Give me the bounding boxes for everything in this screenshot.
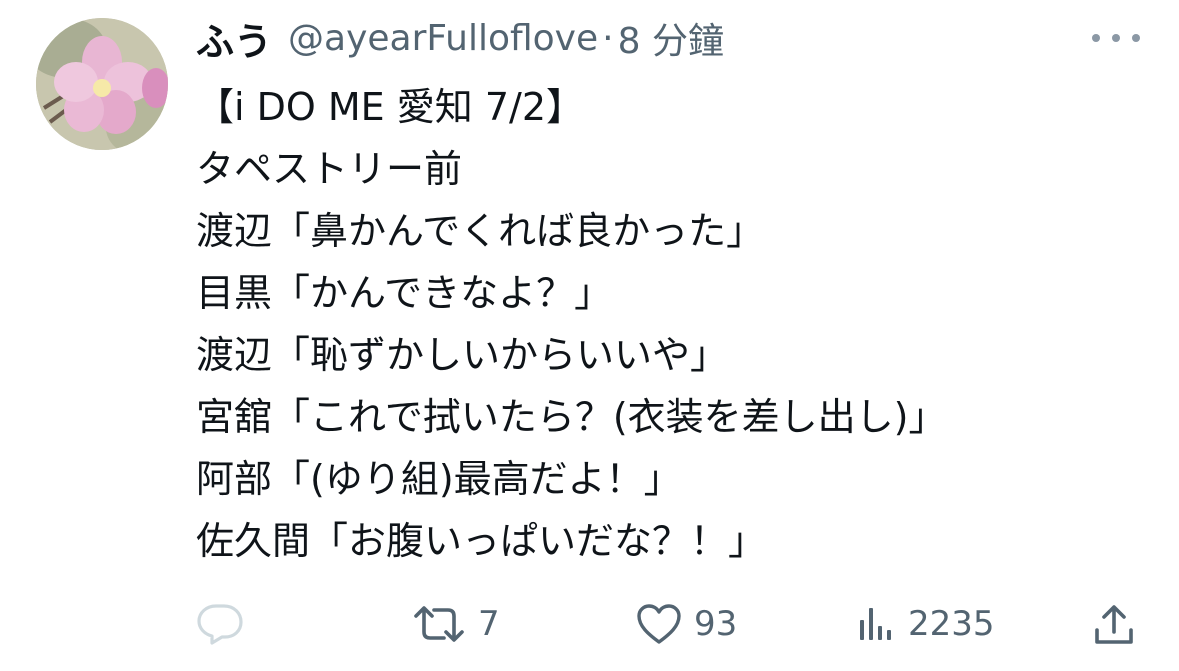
reply-button[interactable] [196,594,244,654]
timestamp[interactable]: 8 分鐘 [618,12,724,64]
like-button[interactable]: 93 [636,594,737,654]
retweet-count: 7 [478,604,500,644]
views-count: 2235 [908,604,995,644]
tweet-text: 【i DO ME 愛知 7/2】 タペストリー前 渡辺「鼻かんでくれば良かった」… [196,76,1156,572]
tweet-line: 佐久間「お腹いっぱいだな？！」 [196,519,767,563]
like-count: 93 [694,604,738,644]
flower-avatar-image [36,18,168,150]
tweet-line: 目黒「かんできなよ？」 [196,271,613,315]
action-bar: 7 93 2235 [0,594,1179,654]
more-dot [1112,34,1120,42]
share-button[interactable] [1092,594,1136,654]
share-icon [1095,605,1133,644]
more-dot [1092,34,1100,42]
more-dot [1132,34,1140,42]
tweet-line: 宮舘「これで拭いたら？(衣装を差し出し)」 [196,395,947,439]
retweet-icon [414,606,464,642]
user-handle[interactable]: @ayearFulloflove [288,18,598,59]
tweet-line: 渡辺「鼻かんでくれば良かった」 [196,209,765,253]
reply-icon [197,604,243,645]
views-button[interactable]: 2235 [856,594,995,654]
heart-icon [637,604,681,644]
tweet-header: ふう @ayearFulloflove · 8 分鐘 [196,12,724,64]
tweet-line: 渡辺「恥ずかしいからいいや」 [196,333,729,377]
retweet-button[interactable]: 7 [412,594,500,654]
tweet-line: 【i DO ME 愛知 7/2】 [196,85,584,129]
more-options-icon[interactable] [1092,26,1140,50]
tweet-line: 阿部「(ゆり組)最高だよ！」 [196,457,682,501]
tweet-line: タペストリー前 [196,147,463,191]
views-chart-icon [860,608,891,640]
display-name[interactable]: ふう [196,11,272,66]
separator-dot: · [602,17,614,59]
avatar[interactable] [36,18,168,150]
